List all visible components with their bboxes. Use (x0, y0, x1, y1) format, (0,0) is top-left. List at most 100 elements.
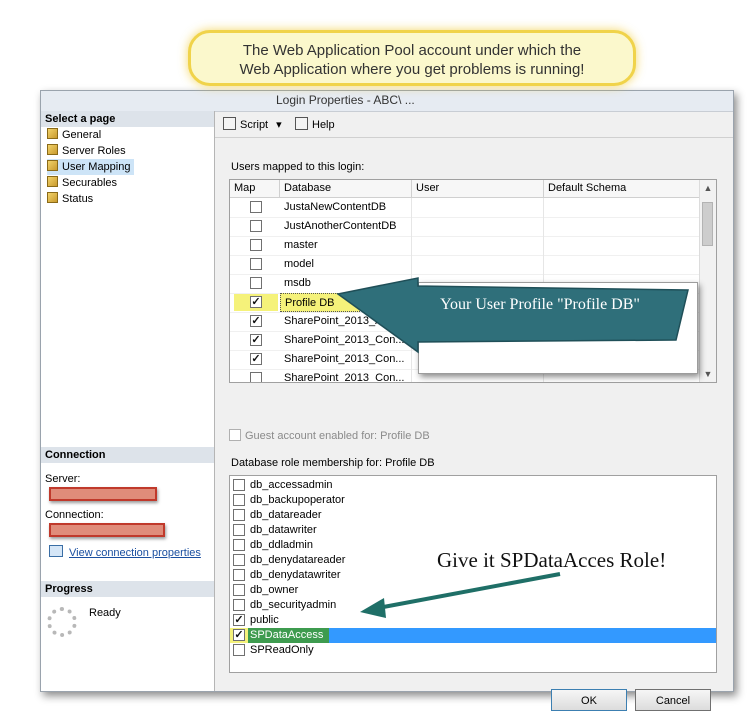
page-icon (47, 160, 58, 171)
script-icon (223, 117, 236, 130)
list-item[interactable]: db_owner (230, 583, 716, 598)
table-row[interactable]: JustaNewContentDB (230, 198, 700, 218)
database-cell: JustaNewContentDB (280, 198, 412, 217)
connection-header: Connection (41, 447, 214, 463)
guest-account-option[interactable]: Guest account enabled for: Profile DB (229, 427, 430, 442)
server-label: Server: (45, 473, 81, 485)
map-checkbox[interactable]: ✓ (250, 353, 262, 365)
list-item[interactable]: db_backupoperator (230, 493, 716, 508)
schema-cell[interactable] (544, 255, 700, 274)
role-checkbox[interactable]: ✓ (233, 629, 245, 641)
database-cell: Profile DB (280, 293, 360, 312)
ok-button[interactable]: OK (551, 689, 627, 711)
scroll-down-icon[interactable]: ▼ (700, 366, 716, 382)
role-checkbox[interactable] (233, 554, 245, 566)
scroll-thumb[interactable] (702, 202, 713, 246)
profile-annotation-text: Your User Profile "Profile DB" (440, 296, 640, 313)
role-checkbox[interactable] (233, 569, 245, 581)
user-cell[interactable] (412, 198, 544, 217)
role-membership-caption: Database role membership for: Profile DB (231, 457, 435, 469)
role-checkbox[interactable] (233, 644, 245, 656)
schema-cell[interactable] (544, 236, 700, 255)
database-cell: SharePoint_2013_Con... (280, 350, 412, 369)
map-checkbox[interactable] (250, 277, 262, 289)
page-icon (47, 176, 58, 187)
role-checkbox[interactable] (233, 479, 245, 491)
role-checkbox[interactable] (233, 599, 245, 611)
progress-status: Ready (89, 607, 121, 619)
guest-account-label: Guest account enabled for: Profile DB (245, 430, 430, 442)
map-checkbox[interactable] (250, 201, 262, 213)
guest-account-checkbox[interactable] (229, 429, 241, 441)
list-item[interactable]: db_accessadmin (230, 478, 716, 493)
column-default-schema[interactable]: Default Schema (544, 180, 700, 197)
login-properties-window: Login Properties - ABC\ ... Select a pag… (40, 90, 734, 711)
view-connection-properties-link[interactable]: View connection properties (49, 545, 201, 559)
table-row[interactable]: JustAnotherContentDB (230, 217, 700, 237)
database-cell: JustAnotherContentDB (280, 217, 412, 236)
column-database[interactable]: Database (280, 180, 412, 197)
connection-redaction (49, 523, 165, 537)
nav-item-user-mapping[interactable]: User Mapping (47, 159, 135, 175)
role-checkbox[interactable] (233, 584, 245, 596)
help-icon (295, 117, 308, 130)
user-cell[interactable] (412, 255, 544, 274)
right-pane: Script ▾ Help Users mapped to this login:… (215, 111, 733, 711)
map-checkbox[interactable] (250, 372, 262, 382)
user-cell[interactable] (412, 217, 544, 236)
database-cell: SharePoint_2013_Con... (280, 331, 412, 350)
nav-item-securables[interactable]: Securables (47, 175, 117, 191)
role-annotation-text: Give it SPDataAcces Role! (437, 548, 667, 572)
list-item[interactable]: SPReadOnly (230, 643, 716, 658)
list-item[interactable]: db_securityadmin (230, 598, 716, 613)
database-cell: msdb (280, 274, 412, 293)
list-item[interactable]: db_datareader (230, 508, 716, 523)
column-user[interactable]: User (412, 180, 544, 197)
list-item[interactable]: ✓ public (230, 613, 716, 628)
nav-item-general[interactable]: General (47, 127, 101, 143)
table-row[interactable]: model (230, 255, 700, 275)
connection-icon (49, 545, 63, 557)
schema-cell[interactable] (544, 198, 700, 217)
role-checkbox[interactable]: ✓ (233, 614, 245, 626)
top-callout-line1: The Web Application Pool account under w… (242, 42, 582, 59)
map-checkbox[interactable]: ✓ (250, 315, 262, 327)
role-checkbox[interactable] (233, 494, 245, 506)
table-row[interactable]: master (230, 236, 700, 256)
page-icon (47, 128, 58, 139)
map-checkbox[interactable] (250, 220, 262, 232)
scroll-up-icon[interactable]: ▲ (700, 180, 716, 196)
top-callout-line2: Web Application where you get problems i… (239, 61, 585, 78)
connection-label: Connection: (45, 509, 104, 521)
grid-scrollbar[interactable]: ▲ ▼ (699, 180, 716, 382)
dropdown-arrow-icon[interactable]: ▾ (276, 119, 282, 131)
role-checkbox[interactable] (233, 524, 245, 536)
title-bar: Login Properties - ABC\ ... (41, 91, 733, 112)
select-page-header: Select a page (41, 111, 214, 127)
window-title: Login Properties - ABC\ ... (276, 93, 415, 107)
database-cell: master (280, 236, 412, 255)
help-button[interactable]: Help (295, 117, 335, 133)
role-membership-list: db_accessadmin db_backupoperator db_data… (229, 475, 717, 673)
role-checkbox[interactable] (233, 539, 245, 551)
cancel-button[interactable]: Cancel (635, 689, 711, 711)
nav-item-status[interactable]: Status (47, 191, 93, 207)
toolbar: Script ▾ Help (215, 111, 733, 138)
script-button[interactable]: Script ▾ (223, 117, 282, 133)
progress-header: Progress (41, 581, 214, 597)
column-map[interactable]: Map (230, 180, 280, 197)
schema-cell[interactable] (544, 217, 700, 236)
nav-item-server-roles[interactable]: Server Roles (47, 143, 126, 159)
users-mapped-caption: Users mapped to this login: (231, 161, 365, 173)
user-cell[interactable] (412, 236, 544, 255)
map-checkbox[interactable] (250, 239, 262, 251)
map-checkbox[interactable]: ✓ (250, 296, 262, 308)
list-item[interactable]: db_datawriter (230, 523, 716, 538)
page-icon (47, 144, 58, 155)
list-item-spdataaccess[interactable]: ✓ SPDataAccess (230, 628, 716, 643)
map-checkbox[interactable]: ✓ (250, 334, 262, 346)
map-checkbox[interactable] (250, 258, 262, 270)
role-checkbox[interactable] (233, 509, 245, 521)
page-icon (47, 192, 58, 203)
grid-header: Map Database User Default Schema (230, 180, 700, 198)
